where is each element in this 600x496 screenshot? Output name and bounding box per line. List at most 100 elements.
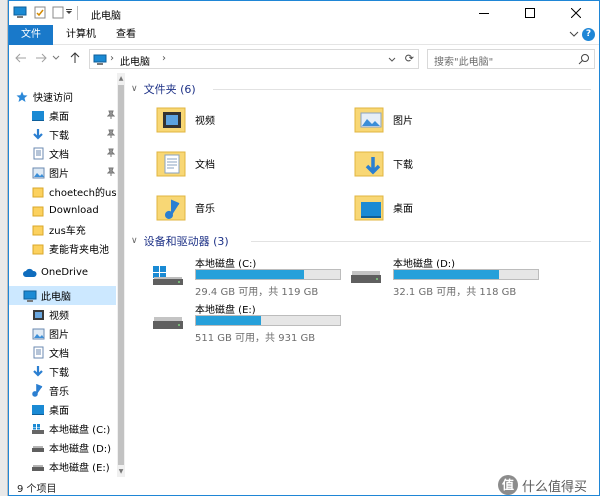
nav-label: 文档 — [49, 150, 69, 161]
nav-this-pc[interactable]: 此电脑 — [9, 286, 116, 305]
chevron-down-icon[interactable] — [388, 56, 396, 64]
videos-icon — [31, 308, 45, 322]
nav-item-music[interactable]: 音乐 — [31, 381, 117, 400]
arrow-up-icon — [70, 52, 80, 63]
nav-item-drive-e[interactable]: 本地磁盘 (E:) — [31, 457, 117, 476]
group-header-folders[interactable]: ∨ 文件夹 (6) — [131, 81, 196, 97]
nav-label: 音乐 — [49, 387, 69, 398]
drive-d[interactable]: 本地磁盘 (D:) 32.1 GB 可用，共 118 GB — [343, 253, 543, 298]
ribbon-tabs: 文件 计算机 查看 ? — [9, 25, 599, 45]
chevron-down-icon: ∨ — [131, 84, 138, 94]
folder-pictures[interactable]: 图片 — [353, 99, 533, 139]
breadcrumb-this-pc[interactable]: 此电脑 — [120, 53, 150, 68]
drive-usage-fill — [196, 270, 305, 279]
folder-documents[interactable]: 文档 — [155, 143, 335, 183]
chevron-down-icon[interactable] — [569, 29, 579, 39]
explorer-window: 此电脑 文件 计算机 查看 ? › 此电脑 › ⟳ 搜索"此电脑" 快速访问 桌… — [8, 0, 600, 496]
folder-label: 视频 — [195, 115, 215, 127]
group-title: 设备和驱动器 (3) — [143, 235, 229, 248]
title-bar: 此电脑 — [9, 1, 599, 25]
drive-c[interactable]: 本地磁盘 (C:) 29.4 GB 可用，共 119 GB — [145, 253, 345, 298]
nav-label: 桌面 — [49, 406, 69, 417]
scroll-down-icon[interactable]: ▼ — [117, 468, 125, 475]
nav-item-folder[interactable]: 麦能背夹电池 — [31, 239, 117, 258]
new-folder-icon[interactable] — [51, 6, 65, 19]
maximize-button[interactable] — [507, 1, 553, 25]
close-button[interactable] — [553, 1, 599, 25]
qa-dropdown-icon[interactable] — [65, 6, 73, 19]
folder-music[interactable]: 音乐 — [155, 187, 335, 227]
back-button[interactable] — [13, 50, 29, 66]
content-pane: ∨ 文件夹 (6) 视频 图片 文档 下载 音乐 桌面 ∨ 设备和驱动器 (3)… — [127, 73, 597, 477]
properties-icon[interactable] — [33, 6, 47, 19]
window-title: 此电脑 — [91, 11, 121, 22]
chevron-down-icon: ∨ — [131, 236, 138, 246]
nav-item-drive-c[interactable]: 本地磁盘 (C:) — [31, 419, 117, 438]
nav-item-documents[interactable]: 文档 — [31, 343, 117, 362]
breadcrumb-chevron[interactable]: › — [162, 53, 166, 64]
nav-quick-access[interactable]: 快速访问 — [15, 87, 123, 106]
nav-item-desktop[interactable]: 桌面 — [31, 106, 117, 125]
scroll-up-icon[interactable]: ▲ — [117, 75, 125, 82]
tab-view[interactable]: 查看 — [111, 25, 141, 45]
pin-icon[interactable] — [107, 110, 115, 119]
star-icon — [15, 90, 29, 104]
breadcrumb-chevron[interactable]: › — [110, 53, 114, 64]
folder-videos[interactable]: 视频 — [155, 99, 335, 139]
recent-locations-button[interactable] — [51, 50, 61, 66]
drive-usage-fill — [394, 270, 499, 279]
nav-item-videos[interactable]: 视频 — [31, 305, 117, 324]
nav-label: choetech的usb — [49, 188, 123, 199]
forward-button[interactable] — [33, 50, 49, 66]
nav-scrollbar[interactable]: ▲ ▼ — [117, 73, 125, 477]
tab-computer[interactable]: 计算机 — [61, 25, 101, 45]
pictures-icon — [31, 327, 45, 341]
search-icon[interactable] — [578, 53, 590, 65]
nav-item-folder[interactable]: choetech的usb — [31, 182, 123, 201]
address-row: › 此电脑 › ⟳ 搜索"此电脑" — [9, 46, 599, 72]
folder-icon — [31, 204, 45, 218]
minimize-button[interactable] — [461, 1, 507, 25]
nav-item-folder[interactable]: Download — [31, 201, 117, 220]
drive-e[interactable]: 本地磁盘 (E:) 511 GB 可用，共 931 GB — [145, 299, 345, 344]
pin-icon[interactable] — [107, 129, 115, 138]
drive-icon — [351, 271, 381, 283]
pin-icon[interactable] — [107, 148, 115, 157]
refresh-icon[interactable]: ⟳ — [405, 52, 414, 65]
music-folder-icon — [156, 195, 186, 221]
cloud-icon — [23, 266, 37, 280]
nav-item-documents[interactable]: 文档 — [31, 144, 117, 163]
nav-label: 下载 — [49, 131, 69, 142]
nav-item-desktop[interactable]: 桌面 — [31, 400, 117, 419]
folder-downloads[interactable]: 下载 — [353, 143, 533, 183]
folder-label: 文档 — [195, 159, 215, 171]
nav-label: 图片 — [49, 169, 69, 180]
divider — [213, 89, 591, 90]
pin-icon[interactable] — [107, 167, 115, 176]
search-input[interactable]: 搜索"此电脑" — [427, 49, 595, 69]
address-bar[interactable]: › 此电脑 › ⟳ — [89, 49, 419, 69]
folder-desktop[interactable]: 桌面 — [353, 187, 533, 227]
windows-drive-icon — [153, 266, 183, 285]
nav-item-pictures[interactable]: 图片 — [31, 324, 117, 343]
nav-item-downloads[interactable]: 下载 — [31, 362, 117, 381]
up-button[interactable] — [67, 50, 83, 66]
download-icon — [31, 128, 45, 142]
nav-label: 此电脑 — [41, 292, 71, 303]
drive-icon — [31, 460, 45, 474]
help-button[interactable]: ? — [582, 28, 595, 41]
computer-icon — [23, 289, 37, 303]
nav-label: 桌面 — [49, 112, 69, 123]
nav-item-downloads[interactable]: 下载 — [31, 125, 117, 144]
nav-item-pictures[interactable]: 图片 — [31, 163, 117, 182]
drive-name: 本地磁盘 (D:) — [393, 259, 456, 270]
tab-file[interactable]: 文件 — [9, 25, 53, 45]
nav-item-folder[interactable]: zus车充 — [31, 220, 117, 239]
scrollbar-thumb[interactable] — [118, 85, 124, 465]
drive-usage-bar — [393, 269, 539, 280]
nav-onedrive[interactable]: OneDrive — [23, 263, 117, 282]
group-header-devices[interactable]: ∨ 设备和驱动器 (3) — [131, 233, 229, 249]
nav-item-drive-d[interactable]: 本地磁盘 (D:) — [31, 438, 117, 457]
nav-label: 本地磁盘 (D:) — [49, 444, 112, 455]
drive-name: 本地磁盘 (C:) — [195, 259, 257, 270]
